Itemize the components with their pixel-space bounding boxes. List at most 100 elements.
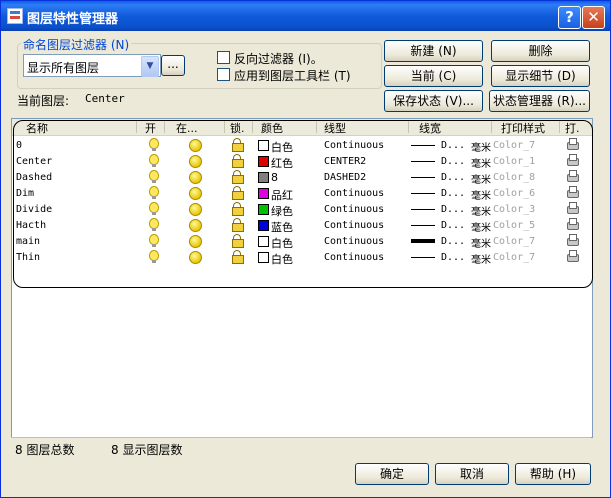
- chevron-down-icon[interactable]: ▼: [141, 56, 159, 77]
- linetype-name[interactable]: Continuous: [324, 220, 384, 231]
- color-name[interactable]: 白色: [271, 139, 293, 155]
- color-swatch[interactable]: [258, 236, 269, 247]
- header-divider[interactable]: [252, 121, 253, 133]
- layer-name[interactable]: 0: [16, 140, 22, 151]
- color-swatch[interactable]: [258, 204, 269, 215]
- ok-button[interactable]: 确定: [355, 463, 429, 485]
- layer-list[interactable]: 名称 开 在... 锁. 颜色 线型 线宽 打印样式 打. 0 白色 Continu…: [11, 118, 593, 438]
- lineweight-value[interactable]: D...: [441, 156, 465, 167]
- linetype-name[interactable]: CENTER2: [324, 156, 366, 167]
- help-button[interactable]: 帮助 (H): [515, 463, 591, 485]
- lock-icon[interactable]: [232, 234, 244, 248]
- header-freeze[interactable]: 在...: [176, 120, 198, 136]
- show-details-button[interactable]: 显示细节 (D): [491, 65, 590, 87]
- layer-name[interactable]: Thin: [16, 252, 40, 263]
- cancel-button[interactable]: 取消: [435, 463, 509, 485]
- header-divider[interactable]: [408, 121, 409, 133]
- layer-row[interactable]: main 白色 Continuous D... 毫米 Color_7: [12, 234, 592, 250]
- layer-name[interactable]: Divide: [16, 204, 52, 215]
- lock-icon[interactable]: [232, 250, 244, 264]
- lineweight-value[interactable]: D...: [441, 172, 465, 183]
- header-divider[interactable]: [164, 121, 165, 133]
- header-divider[interactable]: [559, 121, 560, 133]
- sun-icon[interactable]: [189, 139, 202, 152]
- color-name[interactable]: 白色: [271, 251, 293, 267]
- printer-icon[interactable]: [566, 250, 579, 262]
- header-divider[interactable]: [316, 121, 317, 133]
- header-linetype[interactable]: 线型: [324, 120, 346, 136]
- color-name[interactable]: 绿色: [271, 203, 293, 219]
- linetype-name[interactable]: DASHED2: [324, 172, 366, 183]
- color-swatch[interactable]: [258, 156, 269, 167]
- plot-style[interactable]: Color_7: [493, 140, 535, 151]
- plot-style[interactable]: Color_3: [493, 204, 535, 215]
- printer-icon[interactable]: [566, 218, 579, 230]
- printer-icon[interactable]: [566, 138, 579, 150]
- color-name[interactable]: 白色: [271, 235, 293, 251]
- sun-icon[interactable]: [189, 219, 202, 232]
- layer-row[interactable]: 0 白色 Continuous D... 毫米 Color_7: [12, 138, 592, 154]
- color-name[interactable]: 8: [271, 171, 278, 184]
- color-swatch[interactable]: [258, 220, 269, 231]
- printer-icon[interactable]: [566, 170, 579, 182]
- filter-combo[interactable]: 显示所有图层 ▼: [23, 54, 161, 77]
- layer-name[interactable]: Dashed: [16, 172, 52, 183]
- lineweight-value[interactable]: D...: [441, 188, 465, 199]
- plot-style[interactable]: Color_7: [493, 236, 535, 247]
- sun-icon[interactable]: [189, 187, 202, 200]
- linetype-name[interactable]: Continuous: [324, 140, 384, 151]
- color-name[interactable]: 品红: [271, 187, 293, 203]
- set-current-button[interactable]: 当前 (C): [384, 65, 483, 87]
- save-state-button[interactable]: 保存状态 (V)...: [384, 90, 483, 112]
- linetype-name[interactable]: Continuous: [324, 188, 384, 199]
- layer-row[interactable]: Dim 品红 Continuous D... 毫米 Color_6: [12, 186, 592, 202]
- linetype-name[interactable]: Continuous: [324, 204, 384, 215]
- plot-style[interactable]: Color_7: [493, 252, 535, 263]
- header-color[interactable]: 颜色: [261, 120, 283, 136]
- header-divider[interactable]: [224, 121, 225, 133]
- sun-icon[interactable]: [189, 203, 202, 216]
- lock-icon[interactable]: [232, 202, 244, 216]
- header-lineweight[interactable]: 线宽: [419, 120, 441, 136]
- lineweight-value[interactable]: D...: [441, 236, 465, 247]
- lock-icon[interactable]: [232, 170, 244, 184]
- layer-row[interactable]: Center 红色 CENTER2 D... 毫米 Color_1: [12, 154, 592, 170]
- layer-row[interactable]: Hacth 蓝色 Continuous D... 毫米 Color_5: [12, 218, 592, 234]
- header-plot-style[interactable]: 打印样式: [501, 120, 545, 136]
- delete-layer-button[interactable]: 删除: [491, 40, 590, 62]
- state-manager-button[interactable]: 状态管理器 (R)...: [489, 90, 590, 112]
- printer-icon[interactable]: [566, 154, 579, 166]
- layer-name[interactable]: Dim: [16, 188, 34, 199]
- lineweight-value[interactable]: D...: [441, 140, 465, 151]
- header-on[interactable]: 开: [145, 120, 156, 136]
- printer-icon[interactable]: [566, 186, 579, 198]
- header-plot[interactable]: 打.: [565, 120, 580, 136]
- layer-row[interactable]: Divide 绿色 Continuous D... 毫米 Color_3: [12, 202, 592, 218]
- title-bar[interactable]: 图层特性管理器 ? ✕: [1, 1, 610, 31]
- layer-row[interactable]: Thin 白色 Continuous D... 毫米 Color_7: [12, 250, 592, 266]
- filter-browse-button[interactable]: ...: [161, 55, 185, 76]
- plot-style[interactable]: Color_5: [493, 220, 535, 231]
- color-name[interactable]: 红色: [271, 155, 293, 171]
- layer-name[interactable]: Center: [16, 156, 52, 167]
- sun-icon[interactable]: [189, 251, 202, 264]
- plot-style[interactable]: Color_1: [493, 156, 535, 167]
- lock-icon[interactable]: [232, 154, 244, 168]
- color-swatch[interactable]: [258, 172, 269, 183]
- help-title-button[interactable]: ?: [558, 6, 581, 29]
- lineweight-value[interactable]: D...: [441, 220, 465, 231]
- header-divider[interactable]: [136, 121, 137, 133]
- apply-toolbar-box[interactable]: [217, 68, 230, 81]
- linetype-name[interactable]: Continuous: [324, 236, 384, 247]
- header-name[interactable]: 名称: [26, 120, 48, 136]
- color-swatch[interactable]: [258, 252, 269, 263]
- lock-icon[interactable]: [232, 186, 244, 200]
- header-lock[interactable]: 锁.: [230, 120, 245, 136]
- sun-icon[interactable]: [189, 171, 202, 184]
- close-button[interactable]: ✕: [582, 6, 605, 29]
- layer-row[interactable]: Dashed 8 DASHED2 D... 毫米 Color_8: [12, 170, 592, 186]
- layer-name[interactable]: main: [16, 236, 40, 247]
- printer-icon[interactable]: [566, 234, 579, 246]
- color-swatch[interactable]: [258, 140, 269, 151]
- lock-icon[interactable]: [232, 138, 244, 152]
